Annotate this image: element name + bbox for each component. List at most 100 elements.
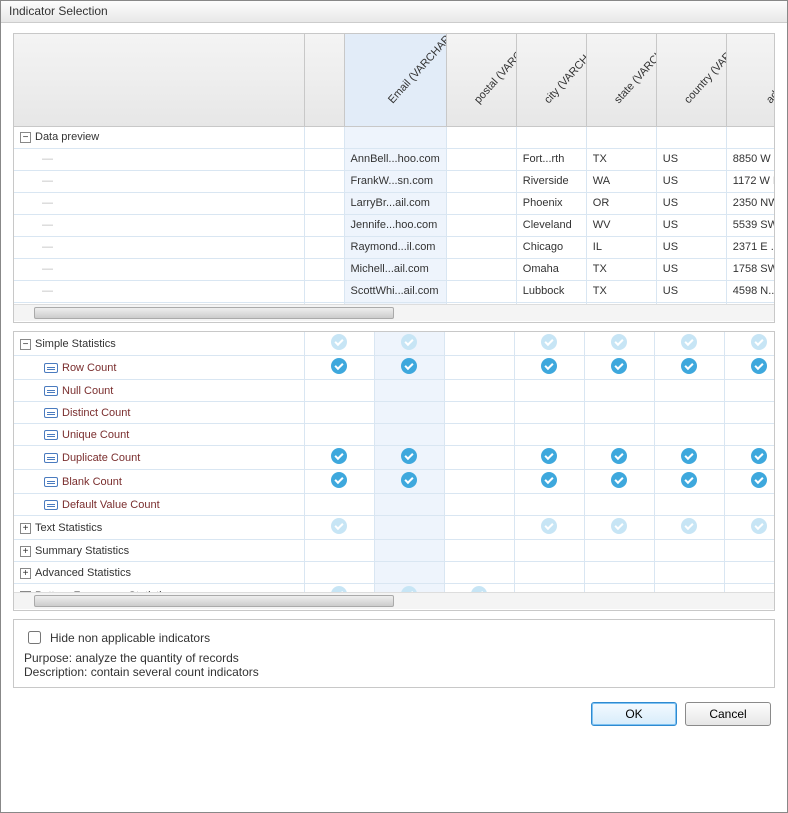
- indicator-cell[interactable]: [374, 470, 444, 494]
- indicator-cell[interactable]: [584, 584, 654, 593]
- indicator-distinctCount[interactable]: Distinct Count: [14, 402, 304, 424]
- indicator-cell[interactable]: [514, 584, 584, 593]
- column-header-city[interactable]: city (VARCHAR): [516, 34, 586, 126]
- indicator-cell[interactable]: [514, 402, 584, 424]
- indicator-cell[interactable]: [584, 424, 654, 446]
- indicator-cell[interactable]: [584, 380, 654, 402]
- ok-button[interactable]: OK: [591, 702, 677, 726]
- indicator-cell[interactable]: [724, 356, 774, 380]
- indicator-cell[interactable]: [654, 494, 724, 516]
- indicator-cell[interactable]: [724, 402, 774, 424]
- indicator-cell[interactable]: [374, 584, 444, 593]
- indicator-cell[interactable]: [444, 424, 514, 446]
- indicator-cell[interactable]: [374, 424, 444, 446]
- indicator-cell[interactable]: [514, 380, 584, 402]
- hide-indicators-row[interactable]: Hide non applicable indicators: [24, 628, 764, 647]
- group-patternFreq[interactable]: +Pattern Frequency Statistics: [14, 584, 304, 593]
- indicator-cell[interactable]: [654, 356, 724, 380]
- indicator-cell[interactable]: [584, 562, 654, 584]
- indicator-cell[interactable]: [654, 584, 724, 593]
- indicator-cell[interactable]: [304, 356, 374, 380]
- indicator-cell[interactable]: [374, 332, 444, 356]
- indicator-cell[interactable]: [584, 402, 654, 424]
- indicator-cell[interactable]: [724, 424, 774, 446]
- indicator-cell[interactable]: [304, 402, 374, 424]
- group-textStats[interactable]: +Text Statistics: [14, 516, 304, 540]
- indicator-cell[interactable]: [724, 380, 774, 402]
- horizontal-scrollbar[interactable]: [14, 592, 774, 609]
- indicator-cell[interactable]: [374, 446, 444, 470]
- indicator-cell[interactable]: [444, 470, 514, 494]
- indicator-cell[interactable]: [584, 540, 654, 562]
- indicator-nullCount[interactable]: Null Count: [14, 380, 304, 402]
- indicator-cell[interactable]: [444, 584, 514, 593]
- indicator-cell[interactable]: [514, 446, 584, 470]
- indicator-cell[interactable]: [654, 402, 724, 424]
- expand-icon[interactable]: +: [20, 523, 31, 534]
- indicator-defValCount[interactable]: Default Value Count: [14, 494, 304, 516]
- indicator-cell[interactable]: [304, 584, 374, 593]
- indicator-cell[interactable]: [654, 446, 724, 470]
- indicator-cell[interactable]: [374, 494, 444, 516]
- indicator-cell[interactable]: [304, 332, 374, 356]
- indicator-cell[interactable]: [514, 332, 584, 356]
- indicator-cell[interactable]: [374, 402, 444, 424]
- indicator-cell[interactable]: [724, 584, 774, 593]
- indicator-cell[interactable]: [444, 540, 514, 562]
- indicator-cell[interactable]: [304, 540, 374, 562]
- indicator-cell[interactable]: [654, 424, 724, 446]
- indicator-cell[interactable]: [444, 446, 514, 470]
- collapse-icon[interactable]: −: [20, 132, 31, 143]
- indicator-cell[interactable]: [514, 562, 584, 584]
- indicator-cell[interactable]: [584, 470, 654, 494]
- indicator-cell[interactable]: [374, 516, 444, 540]
- collapse-icon[interactable]: −: [20, 339, 31, 350]
- indicator-cell[interactable]: [654, 562, 724, 584]
- indicator-cell[interactable]: [304, 424, 374, 446]
- data-preview-node[interactable]: −Data preview: [14, 126, 304, 148]
- indicator-cell[interactable]: [444, 402, 514, 424]
- indicator-cell[interactable]: [374, 540, 444, 562]
- indicator-rowCount[interactable]: Row Count: [14, 356, 304, 380]
- indicator-cell[interactable]: [304, 470, 374, 494]
- expand-icon[interactable]: +: [20, 546, 31, 557]
- indicator-cell[interactable]: [654, 380, 724, 402]
- indicator-cell[interactable]: [444, 516, 514, 540]
- indicator-cell[interactable]: [514, 540, 584, 562]
- indicator-cell[interactable]: [724, 446, 774, 470]
- group-summaryStats[interactable]: +Summary Statistics: [14, 540, 304, 562]
- indicator-cell[interactable]: [514, 356, 584, 380]
- indicator-cell[interactable]: [304, 446, 374, 470]
- indicator-cell[interactable]: [444, 380, 514, 402]
- indicator-cell[interactable]: [724, 516, 774, 540]
- group-advStats[interactable]: +Advanced Statistics: [14, 562, 304, 584]
- indicator-cell[interactable]: [724, 470, 774, 494]
- indicator-cell[interactable]: [724, 562, 774, 584]
- indicator-uniqueCount[interactable]: Unique Count: [14, 424, 304, 446]
- indicator-dupCount[interactable]: Duplicate Count: [14, 446, 304, 470]
- indicator-cell[interactable]: [304, 380, 374, 402]
- hide-indicators-checkbox[interactable]: [28, 631, 41, 644]
- indicator-cell[interactable]: [444, 494, 514, 516]
- expand-icon[interactable]: +: [20, 568, 31, 579]
- indicator-blankCount[interactable]: Blank Count: [14, 470, 304, 494]
- indicator-cell[interactable]: [304, 562, 374, 584]
- indicator-cell[interactable]: [304, 516, 374, 540]
- indicator-cell[interactable]: [514, 494, 584, 516]
- indicator-cell[interactable]: [724, 332, 774, 356]
- indicator-cell[interactable]: [654, 540, 724, 562]
- indicator-cell[interactable]: [724, 540, 774, 562]
- indicator-cell[interactable]: [374, 356, 444, 380]
- indicator-cell[interactable]: [514, 516, 584, 540]
- indicator-cell[interactable]: [374, 380, 444, 402]
- horizontal-scrollbar[interactable]: [14, 304, 774, 321]
- indicator-cell[interactable]: [444, 356, 514, 380]
- indicator-cell[interactable]: [374, 562, 444, 584]
- indicator-cell[interactable]: [724, 494, 774, 516]
- indicator-cell[interactable]: [584, 446, 654, 470]
- column-header-postal[interactable]: postal (VARCHAR): [446, 34, 516, 126]
- indicator-cell[interactable]: [304, 494, 374, 516]
- indicator-cell[interactable]: [444, 332, 514, 356]
- column-header-state[interactable]: state (VARCHAR): [586, 34, 656, 126]
- indicator-cell[interactable]: [584, 494, 654, 516]
